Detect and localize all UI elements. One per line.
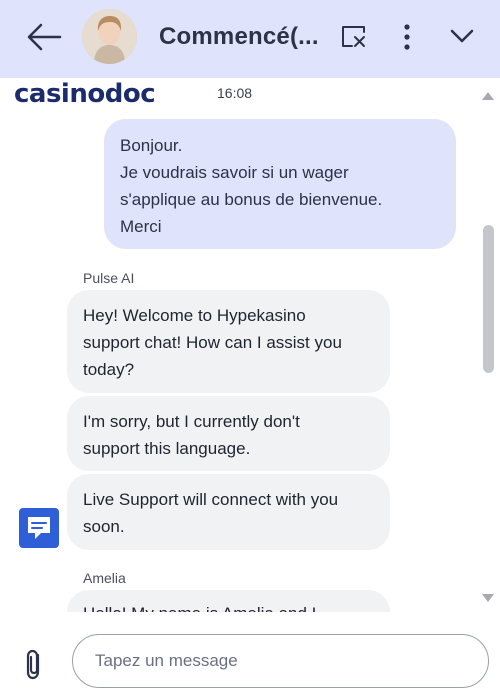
chat-header: Commencé(... xyxy=(0,0,500,78)
scroll-up-arrow-icon[interactable] xyxy=(482,91,494,100)
message-line: Live Support will connect with you xyxy=(83,490,339,509)
end-chat-icon[interactable] xyxy=(340,24,368,50)
message-line: Je voudrais savoir si un wager xyxy=(120,163,349,182)
brand-logo: casinodoc xyxy=(14,78,169,115)
message-line: Hello! My name is Amelia and I xyxy=(83,604,316,612)
message-timestamp: 16:08 xyxy=(217,85,253,101)
chat-scrollbar[interactable] xyxy=(478,78,498,612)
message-line: Bonjour. xyxy=(120,136,183,155)
bot-sender-name: Pulse AI xyxy=(83,270,135,286)
user-message-bubble: Bonjour. Je voudrais savoir si un wager … xyxy=(104,119,456,249)
scroll-down-arrow-icon[interactable] xyxy=(482,594,494,603)
chat-transcript[interactable]: casinodoc 16:08 Bonjour. Je voudrais sav… xyxy=(0,78,500,612)
chat-bubble-icon xyxy=(19,508,59,548)
message-line: s'applique au bonus de bienvenue. xyxy=(120,190,383,209)
message-input[interactable] xyxy=(72,634,489,688)
message-line: support chat! How can I assist you xyxy=(83,333,342,352)
paperclip-icon[interactable] xyxy=(23,648,45,680)
bot-message-bubble: Live Support will connect with you soon. xyxy=(67,474,390,550)
chat-title: Commencé(... xyxy=(159,23,319,50)
bot-message-bubble: Hey! Welcome to Hypekasino support chat!… xyxy=(67,290,390,393)
scrollbar-thumb[interactable] xyxy=(483,225,494,373)
message-line: today? xyxy=(83,360,135,379)
message-line: soon. xyxy=(83,517,125,536)
message-line: I'm sorry, but I currently don't xyxy=(83,412,300,431)
message-line: Hey! Welcome to Hypekasino xyxy=(83,306,306,325)
agent-message-bubble: Hello! My name is Amelia and I xyxy=(67,590,390,612)
arrow-left-icon[interactable] xyxy=(26,22,62,52)
more-vertical-icon[interactable] xyxy=(396,22,418,52)
agent-avatar xyxy=(82,9,137,64)
message-composer xyxy=(0,612,500,697)
message-line: support this language. xyxy=(83,439,251,458)
bot-message-bubble: I'm sorry, but I currently don't support… xyxy=(67,396,390,471)
message-line: Merci xyxy=(120,217,162,236)
chevron-down-icon[interactable] xyxy=(448,25,476,47)
svg-text:casinodoc: casinodoc xyxy=(14,79,155,108)
agent-sender-name: Amelia xyxy=(83,570,126,586)
